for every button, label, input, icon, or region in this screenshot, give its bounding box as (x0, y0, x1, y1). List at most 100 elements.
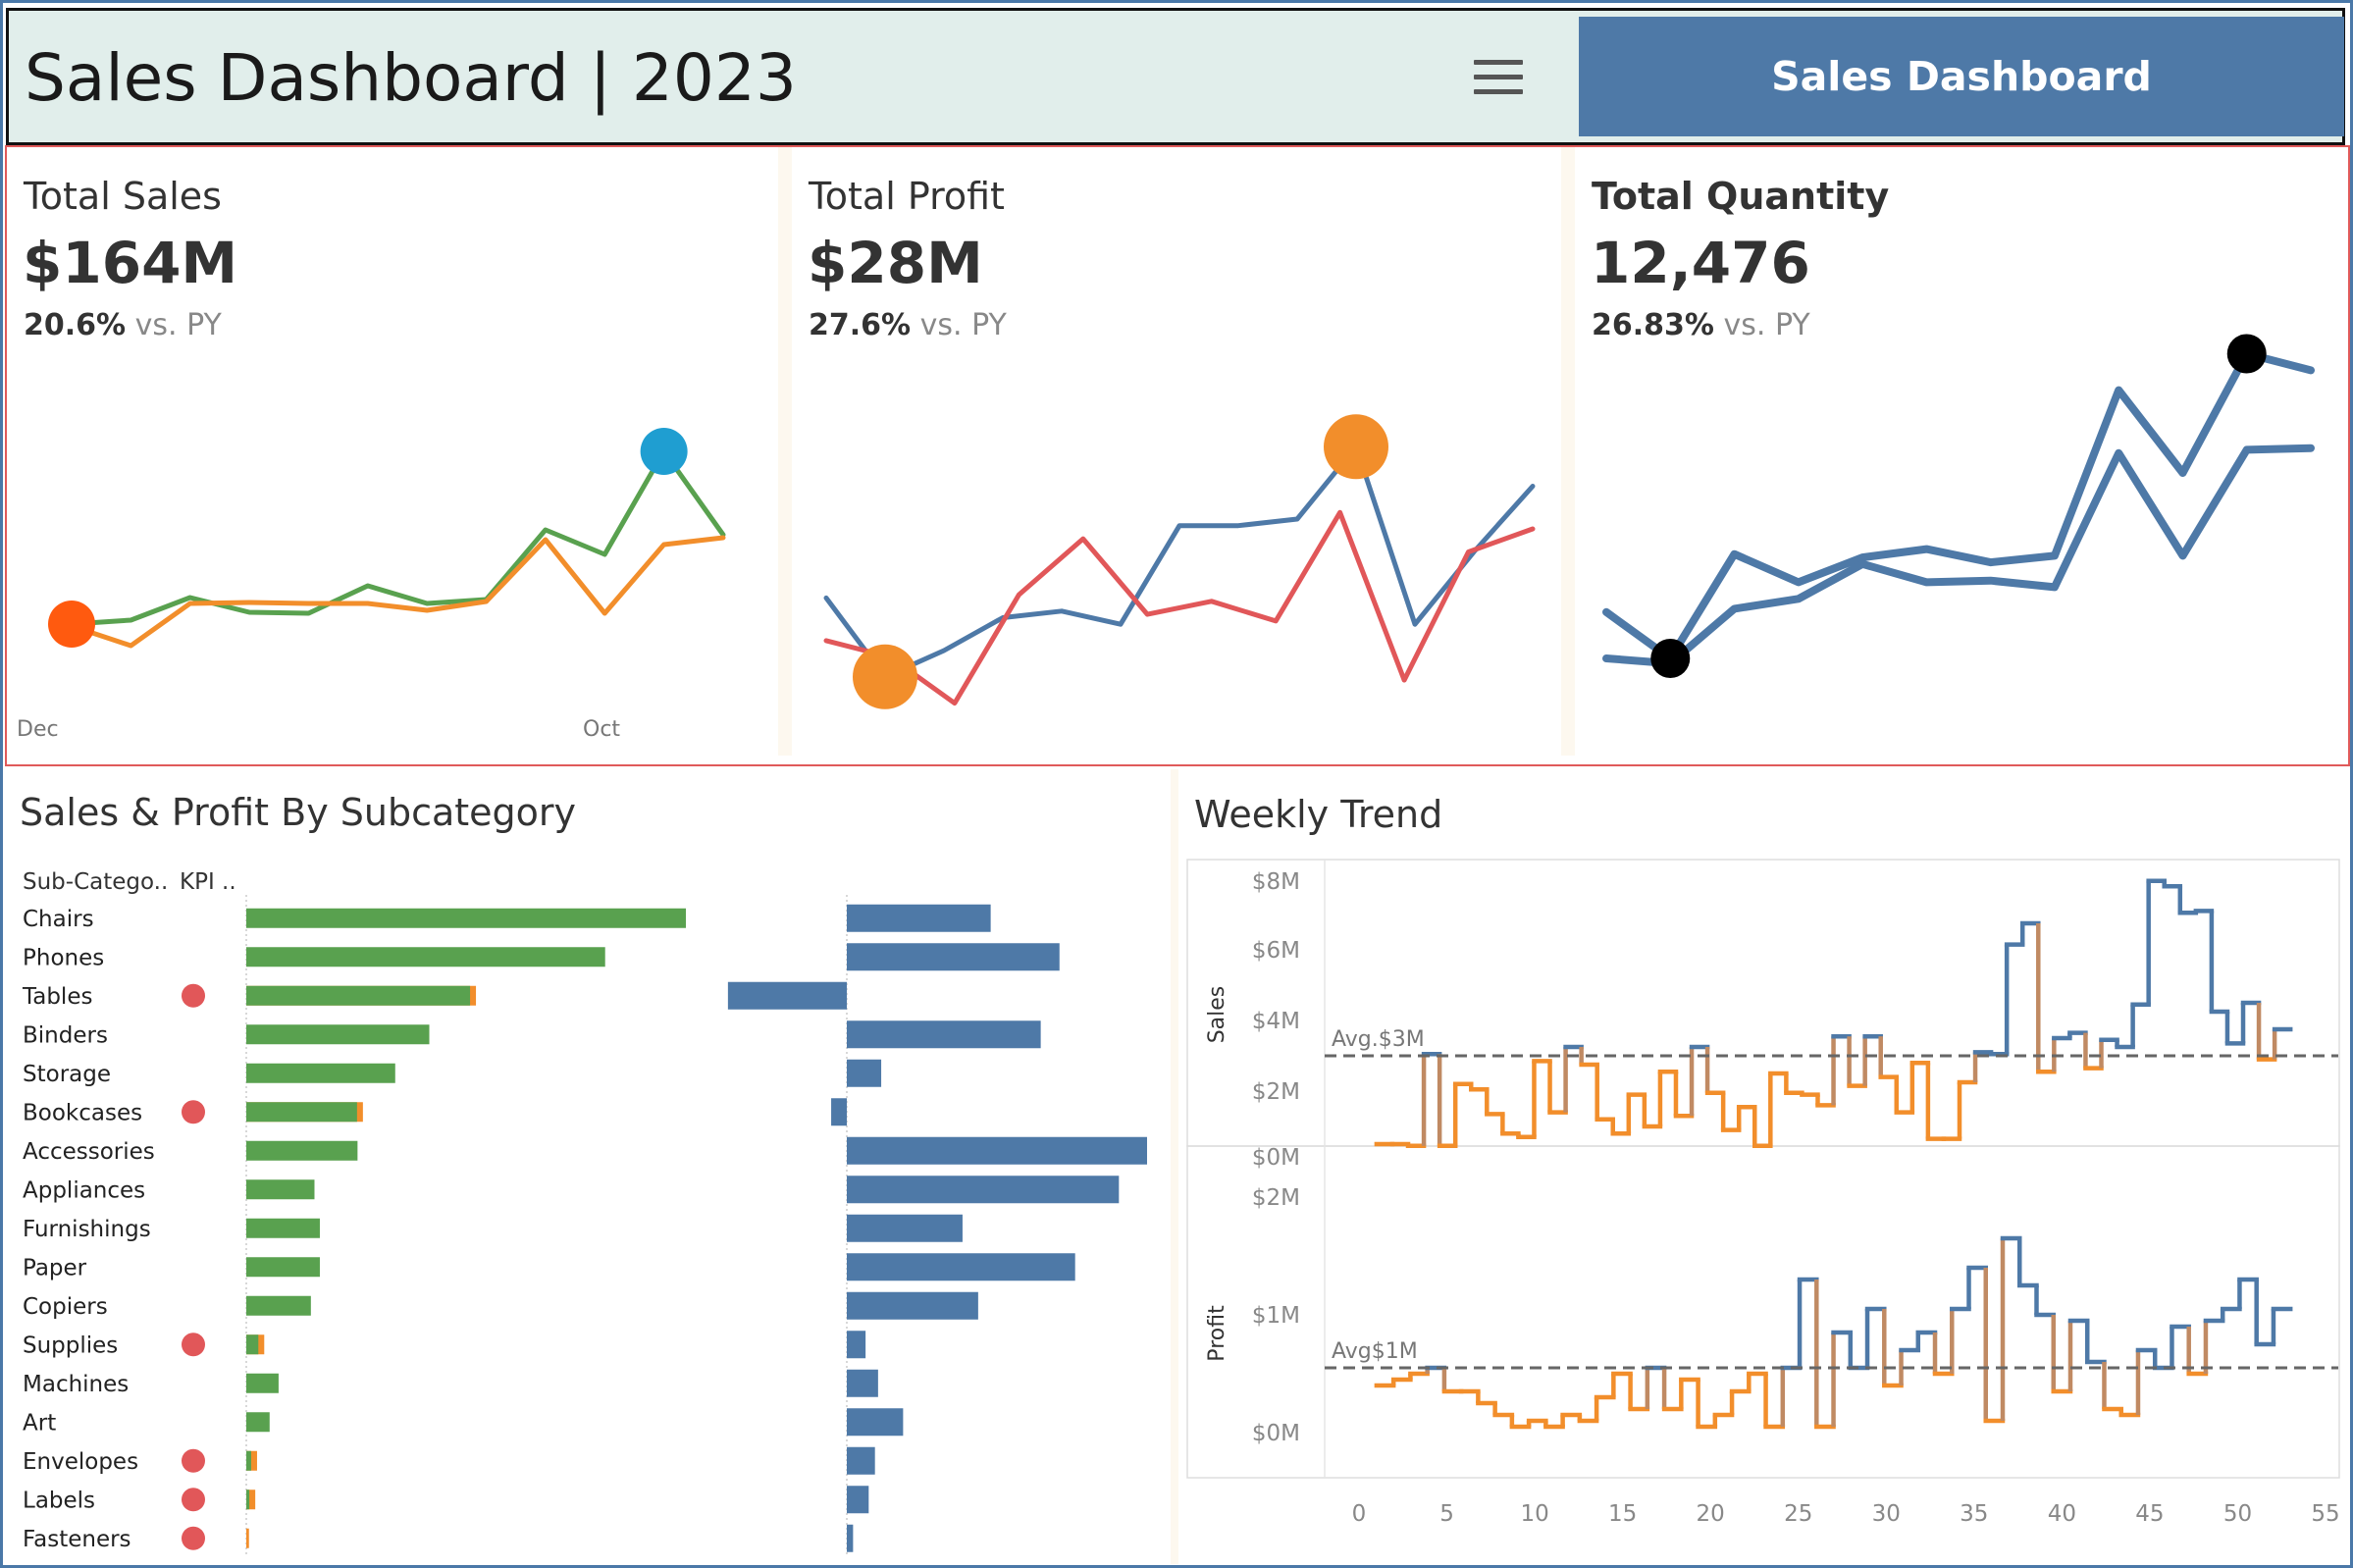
kpi-total-quantity: Total Quantity 12,476 26.83% vs. PY (1575, 147, 2348, 756)
sparkline-series (69, 448, 726, 627)
sales-bar-overlay (246, 1334, 259, 1355)
sales-bar-overlay (246, 1102, 357, 1123)
sales-bar (246, 1024, 430, 1045)
subcategory-label: Envelopes (23, 1449, 138, 1475)
x-tick-label: 0 (1352, 1501, 1367, 1527)
sales-bar-overlay (246, 985, 471, 1006)
sparkline-marker (48, 601, 95, 648)
sales-bar (246, 1257, 320, 1278)
profit-sparkline (823, 414, 1536, 709)
profit-bar (847, 1291, 978, 1320)
sparkline-marker (1650, 639, 1691, 678)
kpi-flag-dot (182, 983, 205, 1008)
subcategory-label: Fasteners (23, 1527, 131, 1552)
page-title: Sales Dashboard | 2023 (25, 40, 797, 116)
sales-bar (246, 908, 686, 928)
x-axis-label-start: Dec (17, 717, 59, 742)
subcategory-label: Supplies (23, 1333, 118, 1358)
profit-bar (831, 1098, 847, 1126)
subcategory-label: Bookcases (23, 1100, 142, 1125)
subcategory-label: Binders (23, 1022, 108, 1048)
y-tick-label: $8M (1252, 869, 1300, 895)
subcategory-label: Paper (23, 1255, 87, 1281)
profit-bar (847, 1020, 1041, 1049)
kpi-separator (778, 147, 792, 756)
y-tick-label: $1M (1252, 1303, 1300, 1329)
y-tick-label: $4M (1252, 1009, 1300, 1034)
sales-dashboard-button[interactable]: Sales Dashboard (1579, 17, 2344, 136)
profit-bar (847, 1136, 1147, 1165)
subcategory-label: Phones (23, 945, 104, 970)
column-header-kpi: KPI .. (180, 869, 236, 895)
sparkline-marker (853, 644, 917, 709)
kpi-flag-dot (182, 1488, 205, 1512)
subcategory-label: Tables (22, 984, 92, 1010)
column-header-subcategory: Sub-Catego.. (23, 869, 168, 895)
quantity-sparkline (1602, 334, 2315, 678)
kpi-separator (1561, 147, 1575, 756)
y-tick-label: $0M (1252, 1145, 1300, 1171)
profit-bar (847, 1059, 882, 1087)
sales-sparkline: Dec Oct (17, 428, 726, 742)
kpi-flag-dot (182, 1100, 205, 1124)
x-tick-label: 45 (2135, 1501, 2164, 1527)
x-tick-label: 40 (2048, 1501, 2076, 1527)
profit-pane-border (1186, 1145, 2340, 1479)
subcategory-panel: Sales & Profit By Subcategory Sub-Catego… (5, 769, 1169, 1564)
sales-bar (246, 1063, 395, 1083)
y-axis-title: Profit (1205, 1305, 1229, 1362)
subcategory-label: Chairs (23, 907, 94, 932)
sales-bar (246, 1218, 320, 1238)
subcategory-label: Storage (23, 1062, 111, 1087)
kpi-flag-dot (182, 1448, 205, 1473)
profit-bar (847, 1408, 904, 1437)
sparkline-marker (2226, 334, 2267, 374)
x-tick-label: 10 (1520, 1501, 1548, 1527)
profit-bar (847, 1524, 854, 1552)
profit-bar (847, 1486, 869, 1514)
profit-bar (847, 1446, 875, 1475)
kpi-flag-dot (182, 1333, 205, 1357)
subcategory-label: Accessories (23, 1139, 155, 1165)
sparkline-series (823, 444, 1536, 680)
hamburger-menu-icon[interactable] (1474, 60, 1523, 95)
kpi-total-profit: Total Profit $28M 27.6% vs. PY (792, 147, 1561, 756)
kpi-total-sales: Total Sales $164M 20.6% vs. PY Dec Oct (7, 147, 778, 756)
kpi-flag-dot (182, 1526, 205, 1550)
x-tick-label: 20 (1697, 1501, 1725, 1527)
y-tick-label: $0M (1252, 1421, 1300, 1446)
sales-pane-border (1186, 859, 2340, 1147)
subcategory-label: Labels (23, 1488, 95, 1513)
y-tick-label: $6M (1252, 938, 1300, 964)
x-tick-label: 5 (1439, 1501, 1454, 1527)
x-tick-label: 25 (1784, 1501, 1812, 1527)
subcategory-label: Machines (23, 1372, 129, 1397)
dashboard-header: Sales Dashboard | 2023 Sales Dashboard (6, 8, 2345, 145)
weekly-trend-chart: $0M $2M $4M $6M $8M Sales Avg.$3M $0M $1M $2M Prof… (1186, 859, 2340, 1527)
profit-bar (847, 943, 1060, 971)
y-tick-label: $2M (1252, 1185, 1300, 1211)
subcategory-label: Furnishings (23, 1217, 151, 1242)
subcategory-chart: Sub-Catego.. KPI .. Chairs Phones Tables Bind… (22, 869, 1147, 1554)
sales-bar-overlay (246, 1450, 251, 1471)
weekly-trend-panel: Weekly Trend $0M $2M $4M $6M $8M Sales Avg.$3M… (1177, 769, 2349, 1564)
sales-bar (246, 1412, 270, 1433)
sparkline-series (69, 535, 726, 649)
sales-bar (246, 1140, 358, 1161)
subcategory-label: Art (23, 1410, 56, 1436)
y-axis-title: Sales (1205, 986, 1229, 1044)
sales-bar (246, 947, 605, 967)
profit-bar (847, 1176, 1120, 1204)
average-label: Avg$1M (1332, 1339, 1418, 1364)
profit-bar (847, 1214, 963, 1242)
y-tick-label: $2M (1252, 1079, 1300, 1105)
profit-bar (847, 1331, 866, 1359)
profit-bar (847, 1253, 1075, 1281)
profit-bar (847, 1369, 878, 1397)
profit-bar (847, 904, 991, 932)
sales-bar (246, 1528, 249, 1548)
average-label: Avg.$3M (1332, 1027, 1425, 1052)
sales-bar (246, 1179, 315, 1200)
sales-bar (246, 1295, 311, 1316)
profit-bar (727, 981, 847, 1010)
